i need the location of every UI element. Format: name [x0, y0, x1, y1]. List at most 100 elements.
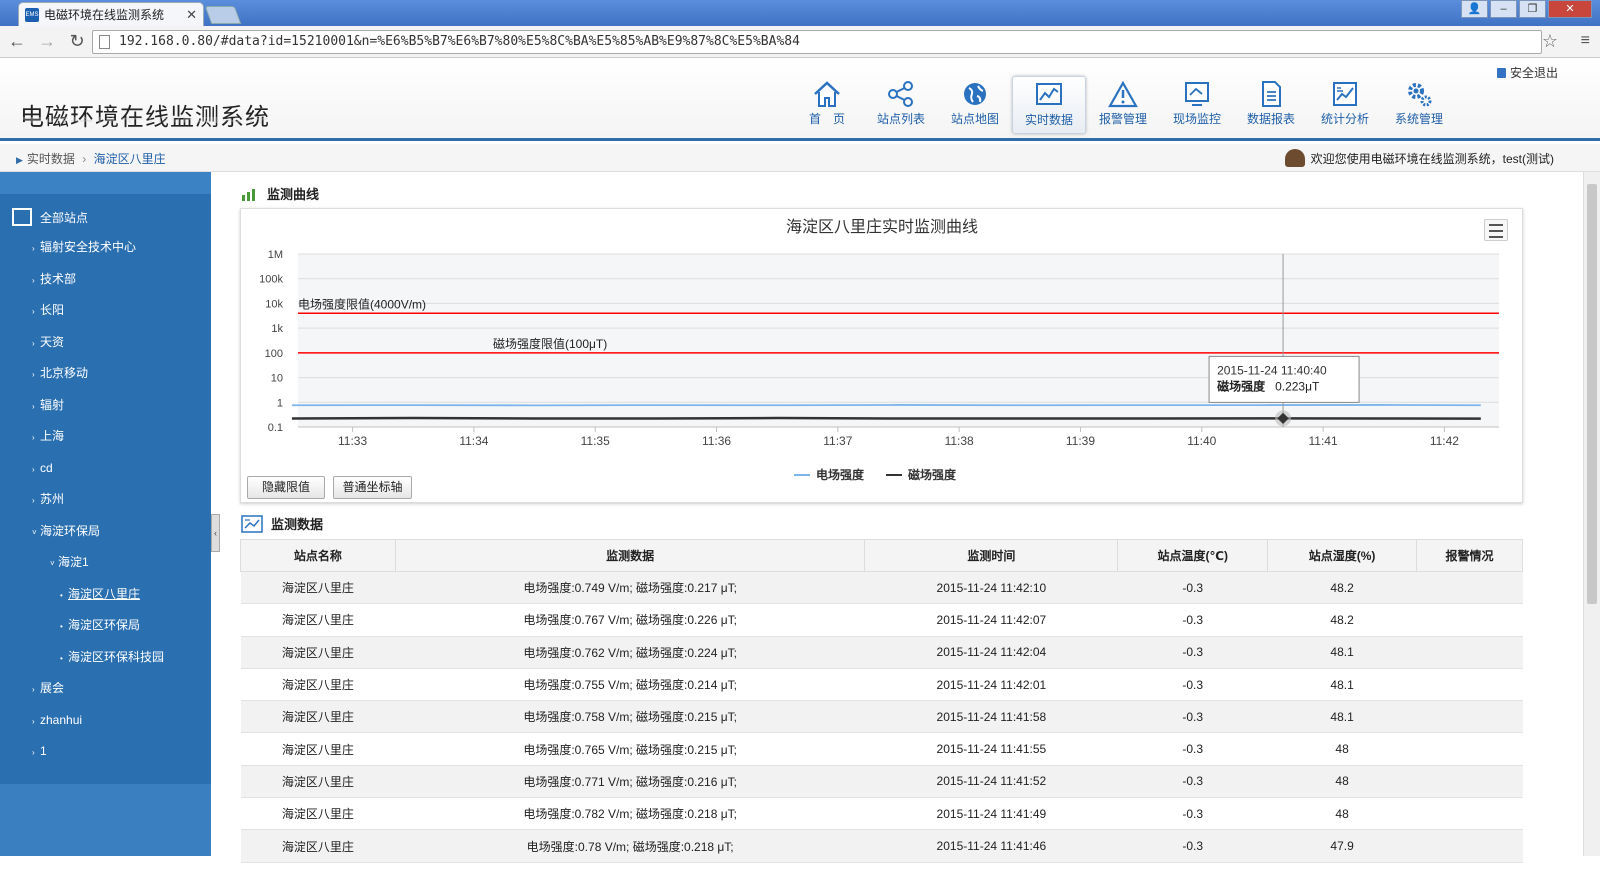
table-cell: -0.3 — [1117, 571, 1268, 605]
sidebar-item[interactable]: • 海淀区环保局 — [0, 610, 211, 642]
x-tick-label: 11:40 — [1187, 434, 1216, 448]
sidebar-item[interactable]: › 天资 — [0, 327, 211, 359]
reload-icon[interactable]: ↻ — [64, 31, 90, 52]
chart-section-title: 监测曲线 — [241, 184, 319, 203]
nav-station-list[interactable]: 站点列表 — [864, 76, 938, 134]
column-header[interactable]: 站点名称 — [240, 539, 396, 572]
bullet-icon: • — [60, 653, 63, 663]
browser-menu-icon[interactable]: ≡ — [1581, 32, 1590, 50]
series-line-magnetic[interactable] — [291, 416, 1481, 420]
column-header[interactable]: 站点湿度(%) — [1267, 539, 1418, 572]
breadcrumb-bar: ▶ 实时数据 › 海淀区八里庄 欢迎您使用电磁环境在线监测系统，test(测试) — [0, 144, 1600, 172]
sidebar-item[interactable]: › 上海 — [0, 421, 211, 453]
breadcrumb-parent[interactable]: 实时数据 — [27, 152, 75, 166]
nav-alarm-management[interactable]: 报警管理 — [1086, 76, 1160, 134]
url-text: 192.168.0.80/#data?id=15210001&n=%E6%B5%… — [119, 34, 800, 49]
nav-site-monitoring[interactable]: 现场监控 — [1160, 76, 1234, 134]
expand-arrow-icon: › — [32, 748, 35, 757]
x-tick-label: 11:42 — [1430, 434, 1459, 448]
sidebar-item[interactable]: ˅ 海淀环保局 — [0, 516, 211, 548]
sidebar-item[interactable]: › 苏州 — [0, 484, 211, 516]
sidebar-item-label: 辐射安全技术中心 — [40, 240, 137, 254]
column-header[interactable]: 监测时间 — [864, 539, 1119, 572]
table-cell — [1416, 571, 1523, 605]
sidebar-item-label: 苏州 — [40, 492, 65, 506]
sidebar-item[interactable]: › cd — [0, 453, 211, 485]
data-section-title: 监测数据 — [241, 514, 323, 533]
expand-arrow-icon: › — [32, 685, 35, 694]
column-header[interactable]: 监测数据 — [394, 539, 866, 572]
minimize-icon[interactable]: – — [1490, 0, 1517, 18]
globe-icon — [964, 83, 986, 105]
sidebar-item-label: 天资 — [40, 334, 65, 349]
address-bar[interactable]: 192.168.0.80/#data?id=15210001&n=%E6%B5%… — [92, 30, 1542, 54]
table-cell: 电场强度:0.762 V/m; 磁场强度:0.224 μT; — [395, 636, 865, 669]
sidebar-item[interactable]: › zhanhui — [0, 705, 211, 737]
table-cell: 2015-11-24 11:42:01 — [864, 668, 1118, 702]
nav-data-report[interactable]: 数据报表 — [1234, 76, 1308, 134]
avatar — [1284, 149, 1305, 167]
sidebar-item-label: 上海 — [40, 429, 65, 443]
expand-arrow-icon: › — [32, 370, 35, 379]
table-cell: 48 — [1267, 797, 1417, 831]
table-cell: 2015-11-24 11:42:07 — [864, 603, 1118, 637]
sidebar-item[interactable]: › 北京移动 — [0, 358, 211, 390]
sidebar-collapse-toggle[interactable]: ‹ — [211, 514, 220, 552]
user-icon[interactable]: 👤 — [1461, 0, 1488, 18]
table-row: 海淀区八里庄 电场强度:0.78 V/m; 磁场强度:0.218 μT; 2015-… — [240, 829, 1523, 863]
hide-limit-button[interactable]: 隐藏限值 — [247, 476, 325, 499]
sidebar-item[interactable]: › 辐射安全技术中心 — [0, 232, 211, 264]
sidebar-item[interactable]: • 海淀区八里庄 — [0, 579, 211, 611]
nav-label: 首 页 — [808, 112, 845, 126]
scrollbar-thumb[interactable] — [1587, 184, 1597, 604]
sidebar-item-label: 海淀区环保局 — [68, 618, 141, 632]
page-scrollbar[interactable] — [1583, 172, 1600, 856]
table-cell: 海淀区八里庄 — [240, 797, 396, 831]
table-cell: 2015-11-24 11:41:55 — [864, 732, 1118, 766]
table-cell: 电场强度:0.78 V/m; 磁场强度:0.218 μT; — [395, 829, 865, 863]
table-cell: 海淀区八里庄 — [240, 765, 396, 799]
nav-statistics[interactable]: 统计分析 — [1308, 76, 1382, 134]
table-header-row: 站点名称 监测数据 监测时间 站点温度(℃) 站点湿度(%) 报警情况 — [240, 539, 1523, 572]
logout-link[interactable]: 安全退出 — [1496, 64, 1558, 81]
back-arrow-icon[interactable]: ← — [4, 31, 30, 52]
bookmark-star-icon[interactable]: ☆ — [1542, 31, 1558, 52]
sidebar-item[interactable]: • 海淀区环保科技园 — [0, 642, 211, 674]
gears-icon — [1408, 83, 1432, 107]
browser-tab[interactable]: EMS 电磁环境在线监测系统 ✕ — [18, 2, 204, 26]
table-cell: 2015-11-24 11:42:10 — [864, 571, 1118, 605]
table-cell: 48.1 — [1267, 700, 1417, 734]
table-cell: -0.3 — [1117, 829, 1268, 863]
chart-menu-icon[interactable] — [1484, 219, 1508, 241]
tree-root[interactable]: 全部站点 — [0, 202, 211, 232]
report-icon — [1262, 81, 1281, 107]
y-tick-label: 1 — [277, 397, 283, 409]
nav-home[interactable]: 首 页 — [790, 76, 864, 134]
forward-arrow-icon[interactable]: → — [34, 31, 60, 52]
nav-system-management[interactable]: 系统管理 — [1382, 76, 1456, 134]
sidebar-item[interactable]: › 1 — [0, 736, 211, 768]
column-header[interactable]: 报警情况 — [1416, 539, 1523, 572]
legend-label[interactable]: 磁场强度 — [907, 467, 957, 482]
axis-toggle-button[interactable]: 普通坐标轴 — [333, 476, 412, 499]
column-header[interactable]: 站点温度(℃) — [1117, 539, 1269, 572]
sidebar-item[interactable]: › 技术部 — [0, 264, 211, 296]
page-icon — [99, 35, 110, 49]
maximize-icon[interactable]: ❐ — [1519, 0, 1546, 18]
nav-station-map[interactable]: 站点地图 — [938, 76, 1012, 134]
sidebar-item[interactable]: › 展会 — [0, 673, 211, 705]
table-cell: 48 — [1267, 732, 1417, 766]
nav-realtime-data[interactable]: 实时数据 — [1012, 76, 1086, 134]
sidebar-item[interactable]: › 辐射 — [0, 390, 211, 422]
window-close-icon[interactable]: ✕ — [1548, 0, 1592, 18]
tab-close-icon[interactable]: ✕ — [186, 7, 197, 23]
new-tab-button[interactable] — [204, 6, 242, 24]
table-cell: 电场强度:0.758 V/m; 磁场强度:0.215 μT; — [395, 700, 865, 734]
table-cell: -0.3 — [1117, 797, 1268, 831]
legend-label[interactable]: 电场强度 — [816, 467, 865, 482]
sidebar-item[interactable]: › 长阳 — [0, 295, 211, 327]
sidebar-item[interactable]: ˅ 海淀1 — [0, 547, 211, 579]
x-tick-label: 11:35 — [581, 434, 610, 448]
realtime-chart[interactable]: 海淀区八里庄实时监测曲线 0.1 1 10 100 1k 10k 100k 1M 11:33 11:… — [241, 209, 1524, 504]
table-cell: 电场强度:0.755 V/m; 磁场强度:0.214 μT; — [395, 668, 865, 702]
